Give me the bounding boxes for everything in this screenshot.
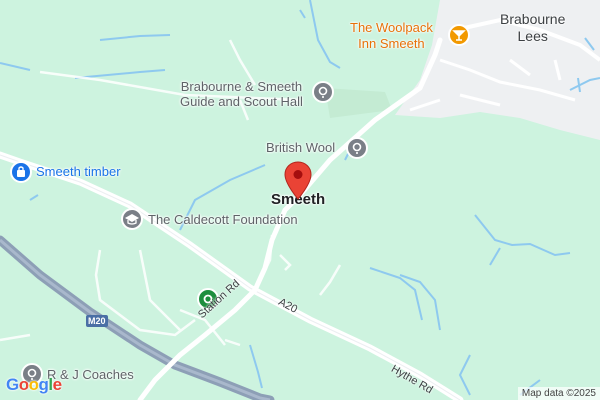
shopping-bag-icon[interactable] — [10, 161, 32, 183]
cocktail-glass-icon[interactable] — [448, 24, 470, 46]
pin-icon[interactable] — [312, 81, 334, 103]
poi-label-british-wool[interactable]: British Wool — [266, 140, 335, 155]
town-label-brabourne-lees: Brabourne Lees — [500, 11, 566, 44]
google-logo: Google — [6, 375, 62, 394]
poi-label-smeeth-timber[interactable]: Smeeth timber — [36, 164, 121, 179]
location-marker-icon[interactable] — [284, 161, 312, 201]
pin-icon[interactable] — [346, 137, 368, 159]
graduation-cap-icon[interactable] — [121, 208, 143, 230]
map-canvas[interactable]: Brabourne Lees Smeeth The Woolpack Inn S… — [0, 0, 600, 400]
road-to-brabourne — [252, 37, 443, 293]
a20-road — [0, 151, 464, 400]
poi-label-scout-hall[interactable]: Brabourne & Smeeth Guide and Scout Hall — [180, 79, 303, 109]
poi-label-woolpack[interactable]: The Woolpack Inn Smeeth — [350, 20, 433, 52]
road-label-m20: M20 — [88, 316, 106, 326]
poi-label-caldecott[interactable]: The Caldecott Foundation — [148, 212, 298, 227]
map-attribution[interactable]: Map data ©2025 — [517, 387, 600, 400]
